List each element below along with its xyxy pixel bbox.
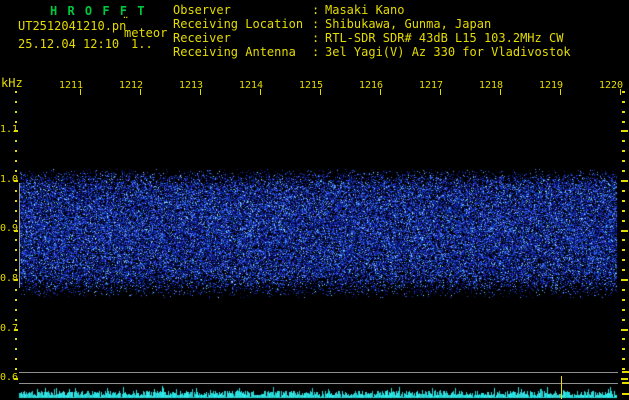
left-tick [15, 170, 17, 172]
right-tick [622, 309, 625, 311]
left-tick [15, 101, 17, 103]
right-tick [622, 249, 625, 251]
right-tick [621, 378, 628, 380]
right-tick [622, 91, 625, 93]
metadata-table: Observer: Masaki Kano Receiving Location: S… [0, 0, 629, 62]
right-tick [622, 348, 625, 350]
strip-right-tick [622, 393, 629, 395]
top-tick [380, 89, 381, 95]
strip-upper-line [19, 372, 618, 373]
metadata-colon: : [312, 45, 320, 59]
right-tick [621, 180, 628, 182]
left-tick [15, 150, 17, 152]
top-tick [560, 89, 561, 95]
metadata-row: Receiver: RTL-SDR SDR# 43dB L15 103.2MHz … [0, 32, 629, 46]
left-tick [15, 140, 17, 142]
left-tick [15, 91, 17, 93]
right-tick [622, 358, 625, 360]
right-tick [622, 160, 625, 162]
left-tick [14, 378, 18, 380]
left-tick [14, 130, 18, 132]
right-tick [622, 299, 625, 301]
right-tick [622, 140, 625, 142]
right-tick [622, 269, 625, 271]
metadata-label: Receiving Antenna [173, 45, 296, 59]
left-tick [15, 190, 17, 192]
right-tick [622, 111, 625, 113]
right-tick [622, 101, 625, 103]
right-tick [622, 338, 625, 340]
right-tick [622, 259, 625, 261]
metadata-label: Receiver [173, 31, 231, 45]
strip-right-tick [622, 382, 629, 384]
right-tick [622, 200, 625, 202]
right-tick [622, 289, 625, 291]
left-tick [15, 239, 17, 241]
freq-scale-bar [19, 183, 20, 288]
top-tick [320, 89, 321, 95]
freq-tick-label: 0.9 [0, 223, 19, 234]
right-tick [621, 230, 628, 232]
right-tick [622, 150, 625, 152]
left-tick [15, 121, 17, 123]
right-tick [621, 130, 628, 132]
khz-unit-label: kHz [1, 76, 23, 90]
left-tick [15, 338, 17, 340]
metadata-label: Observer [173, 3, 231, 17]
metadata-colon: : [312, 3, 320, 17]
top-tick [200, 89, 201, 95]
time-marker-line [561, 376, 562, 399]
right-tick [622, 190, 625, 192]
metadata-row: Receiving Antenna:3el Yagi(V) Az 330 for… [0, 46, 629, 60]
right-tick [622, 170, 625, 172]
left-tick [15, 319, 17, 321]
left-tick [14, 279, 18, 281]
top-tick [500, 89, 501, 95]
left-tick [15, 299, 17, 301]
left-tick [15, 210, 17, 212]
left-tick [15, 200, 17, 202]
top-tick [620, 89, 621, 95]
left-tick [15, 368, 17, 370]
right-tick [621, 279, 628, 281]
right-tick [621, 329, 628, 331]
right-tick [622, 220, 625, 222]
left-tick [14, 329, 18, 331]
metadata-value: 3el Yagi(V) Az 330 for Vladivostok [325, 45, 571, 59]
top-tick [80, 89, 81, 95]
left-tick [15, 309, 17, 311]
right-tick [622, 239, 625, 241]
left-tick [15, 160, 17, 162]
left-tick [15, 269, 17, 271]
left-tick [15, 259, 17, 261]
hrofft-screen: H R O F F T UT2512041210.pn ¨ meteor 25.… [0, 0, 629, 400]
left-tick [15, 111, 17, 113]
left-tick [15, 289, 17, 291]
metadata-value: Masaki Kano [325, 3, 405, 17]
right-tick [622, 319, 625, 321]
right-tick [622, 121, 625, 123]
right-tick [622, 368, 625, 370]
left-tick [15, 249, 17, 251]
top-tick [140, 89, 141, 95]
left-tick [14, 230, 18, 232]
metadata-row: Observer: Masaki Kano [0, 4, 629, 18]
left-tick [15, 220, 17, 222]
strip-right-tick [622, 371, 629, 373]
metadata-value: Shibukawa, Gunma, Japan [325, 17, 492, 31]
metadata-label: Receiving Location [173, 17, 304, 31]
top-tick [260, 89, 261, 95]
left-tick [15, 358, 17, 360]
metadata-value: RTL-SDR SDR# 43dB L15 103.2MHz CW [325, 31, 564, 45]
metadata-colon: : [312, 31, 320, 45]
left-tick [15, 348, 17, 350]
top-tick [440, 89, 441, 95]
strip-lower-line [19, 383, 618, 384]
left-tick [14, 180, 18, 182]
metadata-row: Receiving Location: Shibukawa, Gunma, Jap… [0, 18, 629, 32]
right-tick [622, 210, 625, 212]
metadata-colon: : [312, 17, 320, 31]
